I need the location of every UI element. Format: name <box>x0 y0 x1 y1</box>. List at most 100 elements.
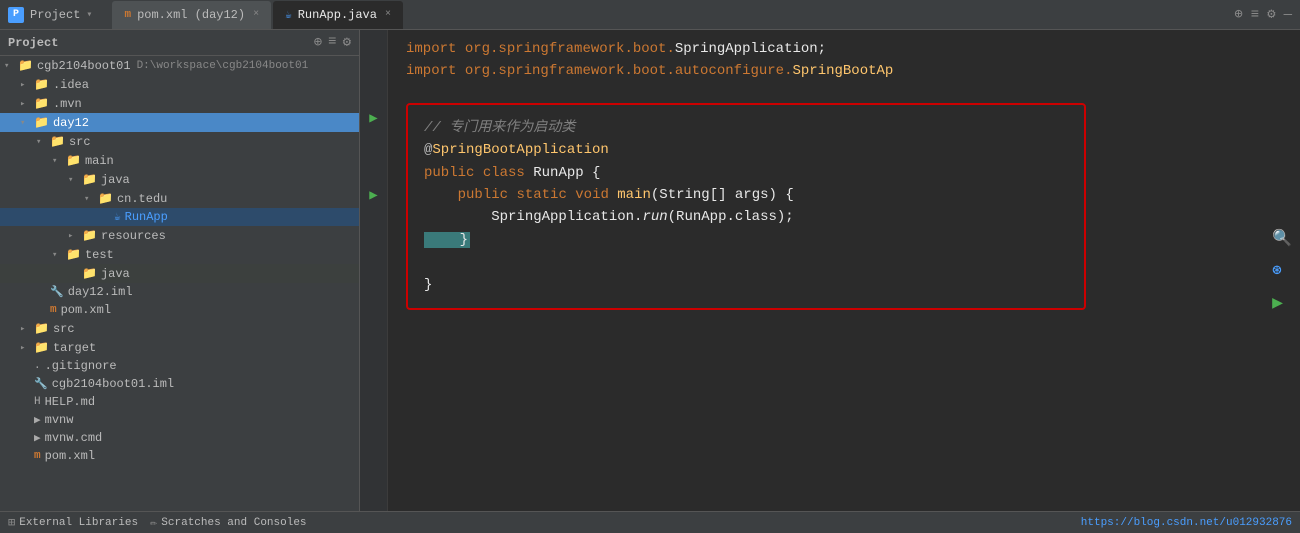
xml-icon-2: m <box>34 450 41 462</box>
tree-item-java2-label: java <box>101 267 130 281</box>
editor-scroll[interactable]: import org.springframework.boot.SpringAp… <box>390 30 1300 511</box>
tree-item-gitignore[interactable]: . .gitignore <box>0 357 359 375</box>
title-bar-left: P Project ▾ <box>8 7 92 23</box>
scratches-label: Scratches and Consoles <box>161 517 306 529</box>
arrow-mvn <box>20 99 32 109</box>
arrow-root <box>4 61 16 71</box>
sidebar-icon-add[interactable]: ⊕ <box>314 34 322 51</box>
folder-java2-icon: 📁 <box>82 266 97 281</box>
tree-item-src1[interactable]: 📁 src <box>0 132 359 151</box>
folder-src2-icon: 📁 <box>34 321 49 336</box>
import-section: import org.springframework.boot.SpringAp… <box>406 38 1284 83</box>
external-libs-label: External Libraries <box>19 517 138 529</box>
tree-item-src2-label: src <box>53 322 75 336</box>
method-decl-line: public static void main(String[] args) { <box>424 184 1068 206</box>
tree-item-pomxml2[interactable]: m pom.xml <box>0 447 359 465</box>
tree-item-idea[interactable]: 📁 .idea <box>0 75 359 94</box>
run-icon-class[interactable]: ▶ <box>369 187 377 204</box>
main-content: Project ⊕ ≡ ⚙ 📁 cgb2104boot01 D:\workspa… <box>0 30 1300 511</box>
tree-item-target[interactable]: 📁 target <box>0 338 359 357</box>
arrow-test <box>52 250 64 260</box>
folder-idea-icon: 📁 <box>34 77 49 92</box>
folder-target-icon: 📁 <box>34 340 49 355</box>
tree-item-java1[interactable]: 📁 java <box>0 170 359 189</box>
tree-item-mvnw[interactable]: ▶ mvnw <box>0 411 359 429</box>
tree-item-pomxml2-label: pom.xml <box>45 449 95 463</box>
bottom-item-scratches[interactable]: ✏ Scratches and Consoles <box>150 515 306 530</box>
tab-pom-label: pom.xml (day12) <box>137 8 245 22</box>
run-icon-main[interactable]: ▶ <box>369 110 377 127</box>
tree-item-helpmd[interactable]: H HELP.md <box>0 393 359 411</box>
tree-item-mvnw-label: mvnw <box>45 413 74 427</box>
tab-runapp-close[interactable]: × <box>385 9 391 20</box>
toolbar-btn-2[interactable]: ≡ <box>1251 7 1259 23</box>
tab-pom[interactable]: m pom.xml (day12) × <box>112 1 271 29</box>
tree-item-pomxml1[interactable]: m pom.xml <box>0 301 359 319</box>
sidebar-title: Project <box>8 36 58 50</box>
tree-item-day12[interactable]: 📁 day12 <box>0 113 359 132</box>
toolbar-btn-3[interactable]: ⚙ <box>1267 6 1275 23</box>
sidebar: Project ⊕ ≡ ⚙ 📁 cgb2104boot01 D:\workspa… <box>0 30 360 511</box>
tree-item-mvn-label: .mvn <box>53 97 82 111</box>
tree-item-main[interactable]: 📁 main <box>0 151 359 170</box>
folder-cntedu-icon: 📁 <box>98 191 113 206</box>
tree-item-cgbiml-label: cgb2104boot01.iml <box>52 377 174 391</box>
kw-import-2: import <box>406 63 456 79</box>
tree-item-target-label: target <box>53 341 96 355</box>
arrow-day12 <box>20 118 32 128</box>
folder-test-icon: 📁 <box>66 247 81 262</box>
tree-item-resources[interactable]: 📁 resources <box>0 226 359 245</box>
tree-item-src2[interactable]: 📁 src <box>0 319 359 338</box>
tree-item-cgbiml[interactable]: 🔧 cgb2104boot01.iml <box>0 375 359 393</box>
folder-resources-icon: 📁 <box>82 228 97 243</box>
search-icon[interactable]: 🔍 <box>1272 228 1292 248</box>
tab-pom-icon: m <box>124 9 131 21</box>
tab-pom-close[interactable]: × <box>253 9 259 20</box>
toolbar-btn-1[interactable]: ⊕ <box>1234 6 1242 23</box>
tree-item-day12iml-label: day12.iml <box>68 285 133 299</box>
external-libs-icon: ⊞ <box>8 515 15 530</box>
tree-item-runapp-label: RunApp <box>125 210 168 224</box>
iml-icon-2: 🔧 <box>34 377 48 391</box>
tree-item-day12-label: day12 <box>53 116 89 130</box>
project-dropdown-arrow[interactable]: ▾ <box>86 9 92 21</box>
folder-src1-icon: 📁 <box>50 134 65 149</box>
blog-url[interactable]: https://blog.csdn.net/u012932876 <box>1081 517 1292 529</box>
bottom-item-libs[interactable]: ⊞ External Libraries <box>8 515 138 530</box>
tree-item-java2[interactable]: 📁 java <box>0 264 359 283</box>
arrow-src1 <box>36 137 48 147</box>
tab-runapp-label: RunApp.java <box>298 8 377 22</box>
tree-item-mvnwcmd[interactable]: ▶ mvnw.cmd <box>0 429 359 447</box>
comment-line: // 专门用来作为启动类 <box>424 117 1068 139</box>
tab-runapp-icon: ☕ <box>285 8 292 22</box>
tree-item-runapp[interactable]: ☕ RunApp <box>0 208 359 226</box>
tree-item-root[interactable]: 📁 cgb2104boot01 D:\workspace\cgb2104boot… <box>0 56 359 75</box>
tree-item-cntedu[interactable]: 📁 cn.tedu <box>0 189 359 208</box>
tree-item-day12iml[interactable]: 🔧 day12.iml <box>0 283 359 301</box>
arrow-java1 <box>68 175 80 185</box>
mvnw-icon: ▶ <box>34 413 41 427</box>
tree-item-mvn[interactable]: 📁 .mvn <box>0 94 359 113</box>
title-bar-tabs: m pom.xml (day12) × ☕ RunApp.java × <box>112 1 403 29</box>
sidebar-icon-menu[interactable]: ≡ <box>328 34 336 51</box>
tree-item-mvnwcmd-label: mvnw.cmd <box>45 431 103 445</box>
tab-runapp[interactable]: ☕ RunApp.java × <box>273 1 403 29</box>
run-green-icon[interactable]: ▶ <box>1272 292 1292 314</box>
tree-item-idea-label: .idea <box>53 78 89 92</box>
navigate-icon[interactable]: ⊛ <box>1272 260 1292 280</box>
title-bar: P Project ▾ m pom.xml (day12) × ☕ RunApp… <box>0 0 1300 30</box>
editor-right-tools: 🔍 ⊛ ▶ <box>1272 228 1292 314</box>
tree-item-test[interactable]: 📁 test <box>0 245 359 264</box>
folder-mvn-icon: 📁 <box>34 96 49 111</box>
xml-icon-1: m <box>50 304 57 316</box>
md-icon: H <box>34 396 41 408</box>
kw-import-1: import <box>406 41 456 57</box>
arrow-src2 <box>20 324 32 334</box>
folder-java1-icon: 📁 <box>82 172 97 187</box>
tree-item-helpmd-label: HELP.md <box>45 395 95 409</box>
tree-item-test-label: test <box>85 248 114 262</box>
toolbar-btn-minimize[interactable]: — <box>1284 7 1292 23</box>
arrow-resources <box>68 231 80 241</box>
tree-item-java1-label: java <box>101 173 130 187</box>
sidebar-icon-settings[interactable]: ⚙ <box>343 34 351 51</box>
